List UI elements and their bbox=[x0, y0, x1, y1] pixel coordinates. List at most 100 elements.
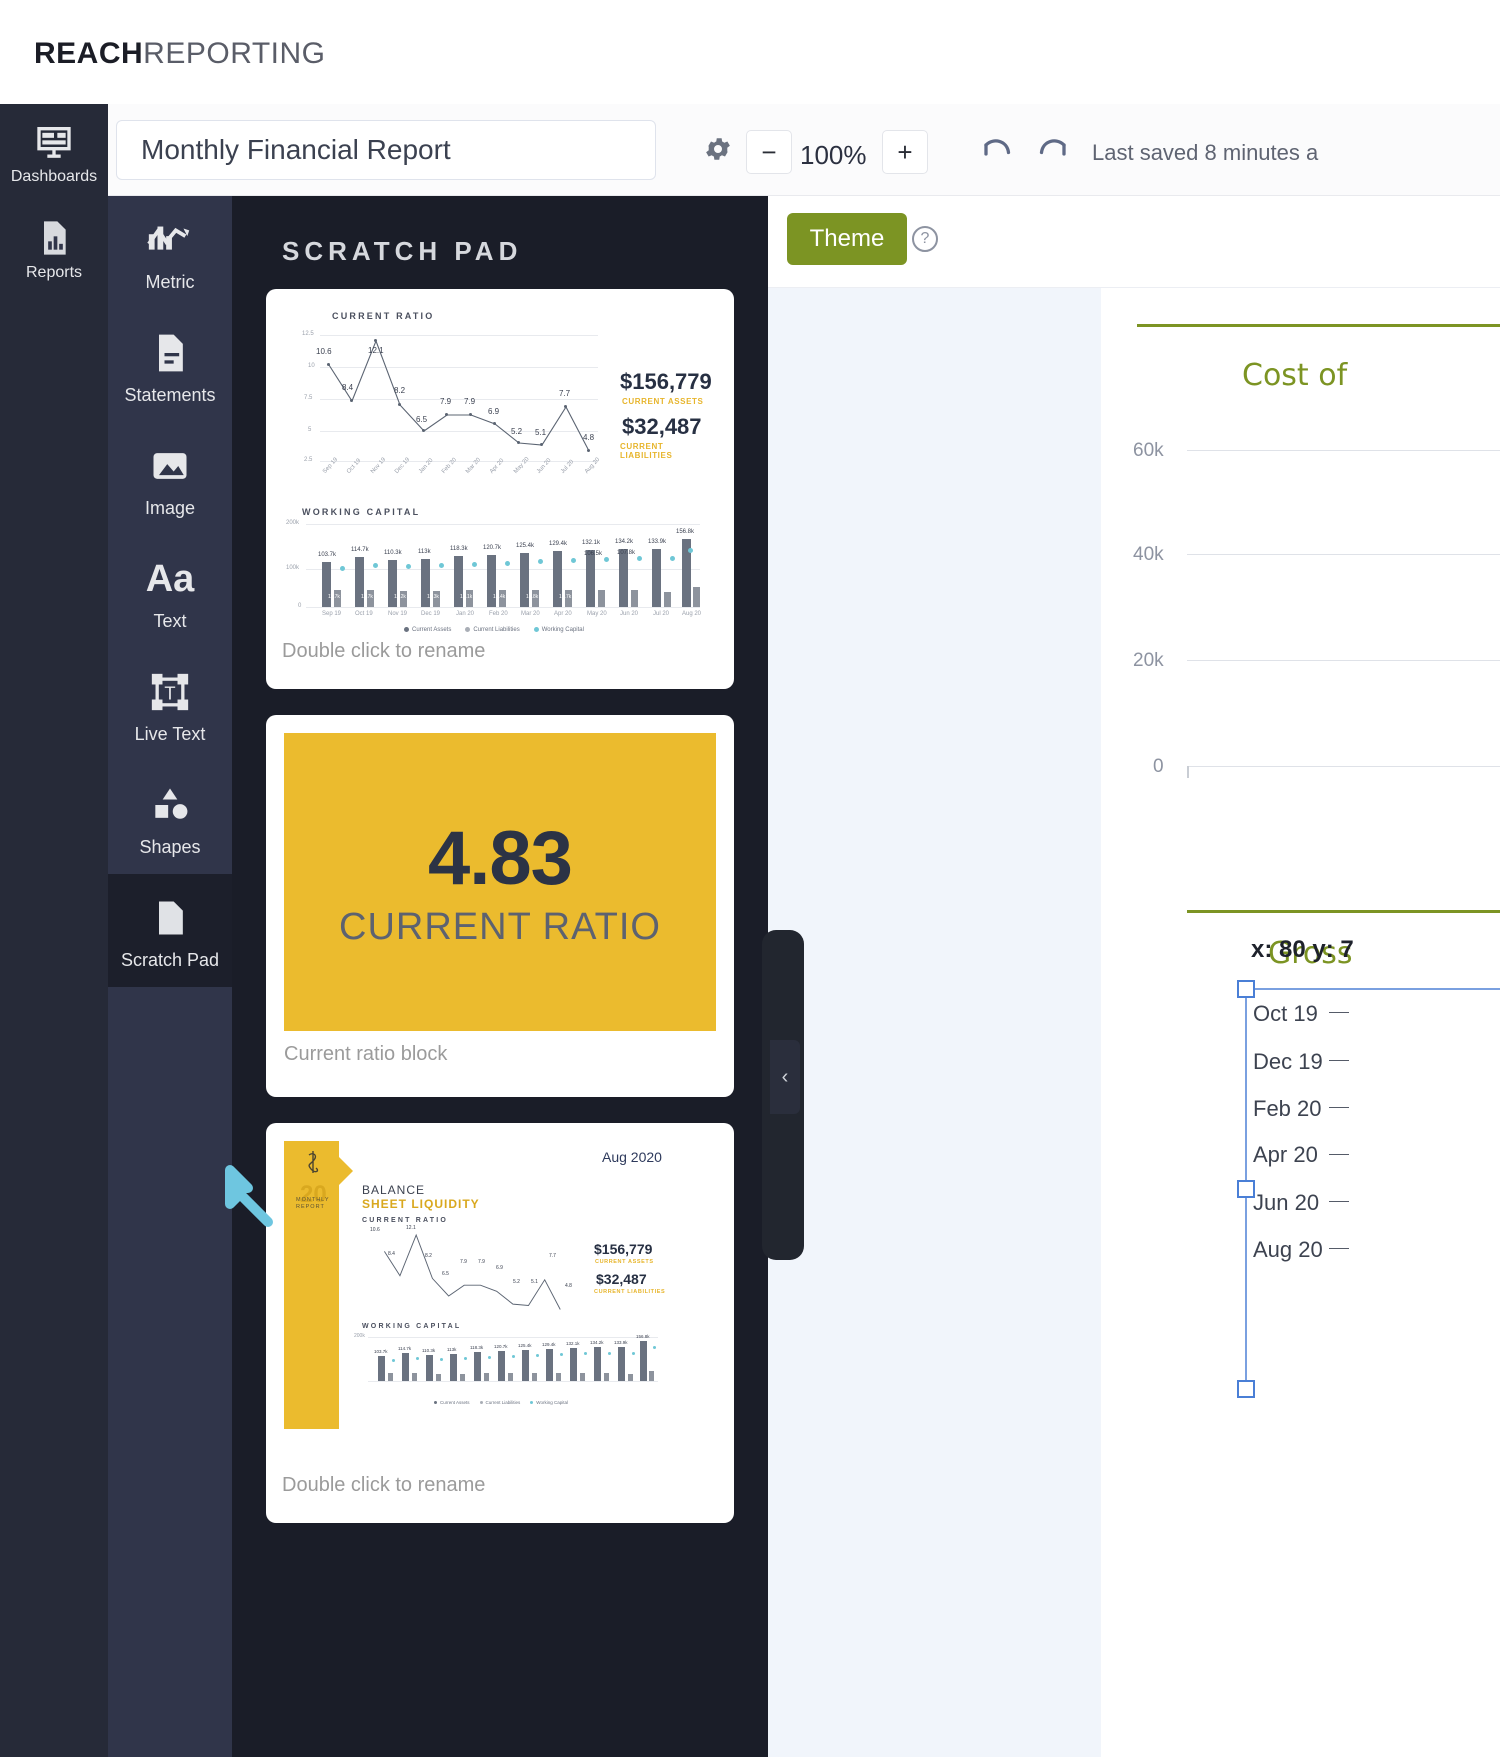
selection-handle[interactable] bbox=[1237, 980, 1255, 998]
tool-statements[interactable]: Statements bbox=[108, 309, 232, 422]
bar-label: 106.5k bbox=[584, 551, 603, 557]
tool-label: Scratch Pad bbox=[120, 950, 220, 970]
report-title-input[interactable] bbox=[116, 120, 656, 180]
help-circle-icon[interactable]: ? bbox=[912, 226, 938, 252]
zoom-out-button[interactable]: − bbox=[746, 130, 792, 174]
gridline bbox=[1187, 660, 1500, 661]
kpi-label: CURRENT LIABILITIES bbox=[620, 442, 673, 460]
chart-title: WORKING CAPITAL bbox=[362, 1323, 462, 1330]
kpi-value: $156,779 bbox=[594, 1241, 653, 1257]
chart-title: CURRENT RATIO bbox=[362, 1217, 449, 1224]
sidebar-item-reports[interactable]: Reports bbox=[0, 200, 108, 296]
working-capital-point bbox=[688, 548, 693, 553]
x-tick: Sep 19 bbox=[322, 611, 342, 617]
working-capital-point bbox=[538, 559, 543, 564]
working-capital-point bbox=[439, 563, 444, 568]
bar-label: 118.3k bbox=[450, 546, 468, 552]
x-tick: Jan 20 bbox=[456, 611, 475, 617]
point-label: 5.2 bbox=[513, 1279, 520, 1285]
bar-label: 120.7k bbox=[483, 545, 502, 551]
reports-icon bbox=[32, 218, 76, 258]
tool-scratch-pad[interactable]: Scratch Pad bbox=[108, 874, 232, 987]
gridline bbox=[368, 1381, 658, 1382]
current-ratio-line bbox=[383, 1233, 561, 1310]
gridline bbox=[306, 607, 700, 608]
selection-handle[interactable] bbox=[1237, 1180, 1255, 1198]
tool-live-text[interactable]: T Live Text bbox=[108, 648, 232, 761]
legend-item: Current Liabilities bbox=[479, 1400, 520, 1405]
point-label: 6.9 bbox=[496, 1265, 503, 1271]
primary-sidebar: Dashboards Reports bbox=[0, 104, 108, 1757]
bar-label: 107.8k bbox=[617, 550, 636, 556]
y-tick: 5 bbox=[308, 427, 312, 433]
bar-label: 114.7k bbox=[398, 1346, 412, 1351]
bar-label: 114.7k bbox=[351, 547, 369, 553]
balance-page-thumbnail: 20 MONTHLY REPORT Aug 2020 BALANCE SHEET… bbox=[284, 1141, 704, 1441]
zoom-in-button[interactable]: + bbox=[882, 130, 928, 174]
card-label: Double click to rename bbox=[282, 640, 486, 662]
y-tick: 200k bbox=[354, 1333, 365, 1339]
section-divider bbox=[1187, 910, 1500, 913]
data-point bbox=[445, 413, 448, 416]
tick-mark bbox=[1329, 1012, 1349, 1013]
bar-label: 103.7k bbox=[318, 552, 337, 558]
working-capital-point bbox=[340, 566, 345, 571]
bar-label: 113k bbox=[447, 1347, 457, 1352]
bar-label: 132.1k bbox=[582, 540, 601, 546]
kpi-value: $32,487 bbox=[596, 1271, 647, 1287]
text-aa-icon: Aa bbox=[145, 558, 195, 600]
working-capital-point bbox=[472, 562, 477, 567]
tool-label: Metric bbox=[145, 272, 195, 292]
chart-title: CURRENT RATIO bbox=[332, 311, 435, 321]
point-label: 10.6 bbox=[370, 1227, 380, 1233]
point-label: 7.7 bbox=[549, 1253, 556, 1259]
report-page[interactable]: Cost of 60k 40k 20k 0 Gross x: 80 y: 7 O… bbox=[1101, 288, 1500, 1757]
point-label: 5.1 bbox=[531, 1279, 538, 1285]
x-category: Dec 19 bbox=[1253, 1049, 1323, 1074]
point-label: 6.5 bbox=[416, 415, 428, 424]
tool-metric[interactable]: Metric bbox=[108, 196, 232, 309]
y-tick: 12.5 bbox=[302, 331, 314, 337]
scratch-pad-drawer: SCRATCH PAD CURRENT RATIO 12.5 10 7.5 5 … bbox=[232, 196, 768, 1757]
legend-item: Working Capital bbox=[530, 1400, 568, 1405]
kpi-value: $32,487 bbox=[622, 414, 702, 439]
tool-label: Shapes bbox=[139, 837, 201, 857]
tool-shapes[interactable]: Shapes bbox=[108, 761, 232, 874]
tool-image[interactable]: Image bbox=[108, 422, 232, 535]
data-point bbox=[350, 399, 353, 402]
tools-panel: Metric Statements Image Aa Text T Live T… bbox=[108, 196, 232, 1757]
kpi-label: CURRENT ASSETS bbox=[622, 397, 704, 406]
point-label: 4.8 bbox=[565, 1283, 572, 1289]
point-label: 7.9 bbox=[464, 397, 476, 406]
undo-icon[interactable] bbox=[980, 136, 1016, 171]
scratch-pad-card[interactable]: 4.83 CURRENT RATIO Current ratio block bbox=[266, 715, 734, 1097]
point-label: 6.9 bbox=[488, 407, 500, 416]
sidebar-item-dashboards[interactable]: Dashboards bbox=[0, 104, 108, 200]
bar-label: 103.7k bbox=[374, 1349, 388, 1354]
x-tick: Jul 20 bbox=[653, 611, 670, 617]
redo-icon[interactable] bbox=[1034, 136, 1070, 171]
scratch-pad-card[interactable]: 20 MONTHLY REPORT Aug 2020 BALANCE SHEET… bbox=[266, 1123, 734, 1523]
section-divider bbox=[1137, 324, 1500, 327]
gridline bbox=[306, 524, 700, 525]
zoom-level: 100% bbox=[800, 140, 867, 170]
point-label: 12.1 bbox=[406, 1225, 416, 1231]
gear-icon[interactable] bbox=[703, 134, 733, 169]
current-ratio-block[interactable]: 4.83 CURRENT RATIO bbox=[284, 733, 716, 1031]
data-point bbox=[374, 339, 377, 342]
scratch-pad-title: SCRATCH PAD bbox=[282, 236, 523, 266]
theme-button[interactable]: Theme bbox=[787, 213, 907, 265]
point-label: 4.8 bbox=[583, 433, 595, 442]
tick-mark bbox=[1329, 1060, 1349, 1061]
card-label: Current ratio block bbox=[284, 1043, 448, 1065]
current-ratio-line bbox=[328, 339, 590, 452]
collapse-drawer-button[interactable]: ‹ bbox=[770, 1040, 800, 1114]
point-label: 8.2 bbox=[394, 386, 406, 395]
bar-label: 156.8k bbox=[676, 529, 695, 535]
selection-handle[interactable] bbox=[1237, 1380, 1255, 1398]
scratch-pad-card[interactable]: CURRENT RATIO 12.5 10 7.5 5 2.5 10.6 8.4… bbox=[266, 289, 734, 689]
bar-label: 129.4k bbox=[542, 1342, 556, 1347]
yellow-arrow bbox=[339, 1157, 353, 1185]
x-tick: Jun 20 bbox=[620, 611, 639, 617]
tool-text[interactable]: Aa Text bbox=[108, 535, 232, 648]
